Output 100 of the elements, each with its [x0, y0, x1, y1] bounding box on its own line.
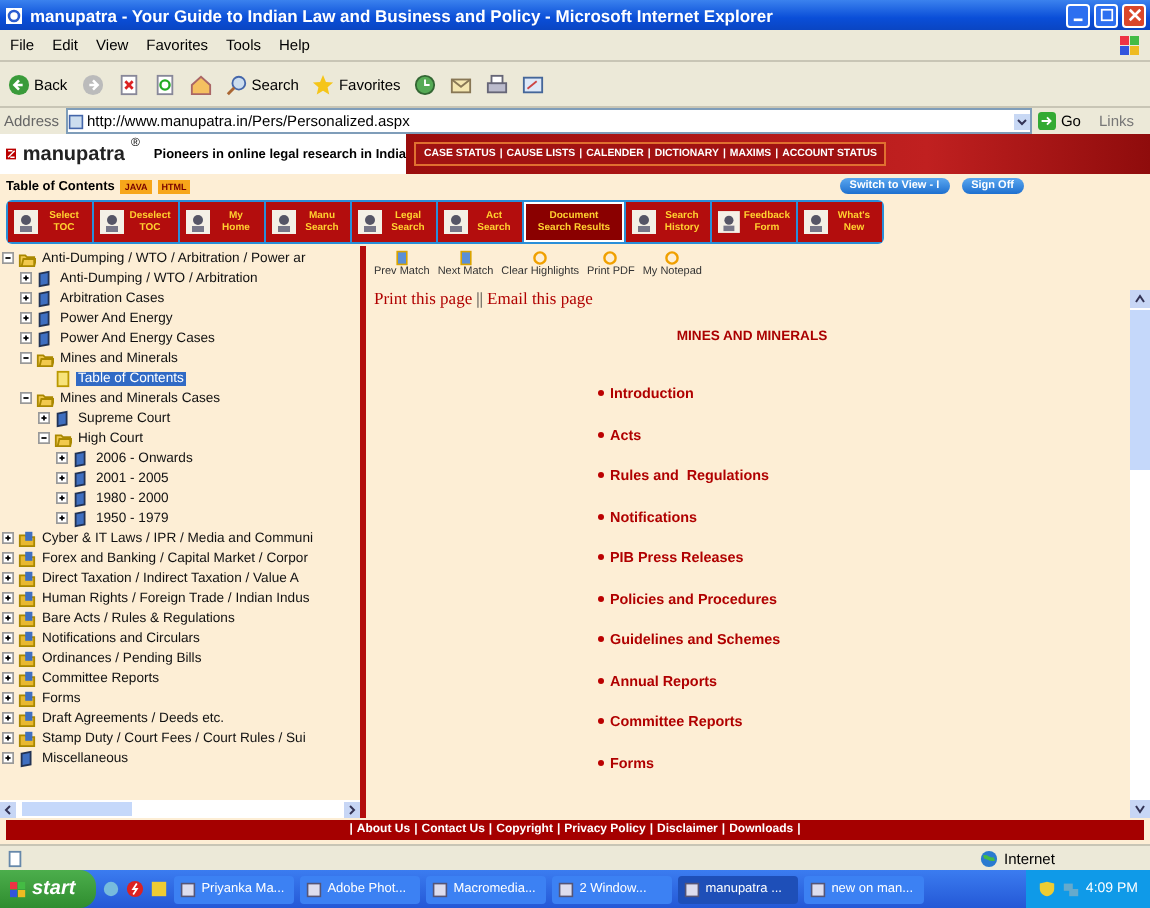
maximize-icon [1099, 8, 1113, 22]
print-page-link[interactable]: Print this page [374, 288, 473, 308]
expand-toggle-icon[interactable] [2, 692, 14, 704]
refresh-icon[interactable] [153, 73, 176, 95]
scroll-right-icon[interactable] [344, 801, 360, 817]
app-icon[interactable] [149, 880, 168, 898]
search-icon [225, 73, 248, 95]
go-arrow-icon [1038, 112, 1057, 130]
bullet-icon [598, 513, 604, 519]
bullet-icon [598, 554, 604, 560]
person-icon [804, 210, 828, 234]
horizontal-scrollbar[interactable] [0, 800, 360, 818]
expand-toggle-icon[interactable] [2, 672, 14, 684]
folder-icon [18, 589, 36, 607]
expand-toggle-icon[interactable] [56, 452, 68, 464]
expand-toggle-icon[interactable] [2, 732, 14, 744]
bullet-icon [598, 595, 604, 601]
book-icon [18, 749, 36, 767]
mail-icon[interactable] [450, 73, 473, 95]
window-icon [431, 881, 448, 897]
ring-icon [602, 250, 619, 266]
edit-icon[interactable] [522, 73, 545, 95]
site-logo: manupatra [22, 143, 125, 165]
bullet-icon [598, 390, 604, 396]
globe-icon [980, 849, 998, 867]
folder-icon [36, 349, 54, 367]
expand-toggle-icon[interactable] [2, 572, 14, 584]
expand-toggle-icon[interactable] [2, 632, 14, 644]
expand-toggle-icon[interactable] [20, 392, 32, 404]
folder-icon [18, 729, 36, 747]
scroll-up-icon[interactable] [1130, 290, 1150, 308]
folder-icon [18, 529, 36, 547]
folder-icon [18, 569, 36, 587]
bullet-icon [598, 718, 604, 724]
document-icon [393, 250, 410, 266]
expand-toggle-icon[interactable] [56, 472, 68, 484]
scroll-down-icon[interactable] [1130, 800, 1150, 818]
document-icon [457, 250, 474, 266]
expand-toggle-icon[interactable] [20, 312, 32, 324]
expand-toggle-icon[interactable] [2, 552, 14, 564]
bullet-icon [598, 431, 604, 437]
expand-toggle-icon[interactable] [2, 752, 14, 764]
window-icon [557, 881, 574, 897]
folder-icon [18, 669, 36, 687]
folder-icon [18, 649, 36, 667]
home-icon[interactable] [189, 73, 212, 95]
expand-toggle-icon[interactable] [2, 652, 14, 664]
link-separator: || [476, 288, 484, 308]
close-icon [1127, 8, 1141, 22]
person-icon [444, 210, 468, 234]
folder-icon [18, 249, 36, 267]
expand-toggle-icon[interactable] [20, 332, 32, 344]
expand-toggle-icon[interactable] [38, 412, 50, 424]
close-button[interactable] [1122, 3, 1146, 27]
maximize-button[interactable] [1094, 3, 1118, 27]
scroll-left-icon[interactable] [0, 801, 16, 817]
expand-toggle-icon[interactable] [2, 612, 14, 624]
stop-icon[interactable] [117, 73, 140, 95]
window-icon [683, 881, 700, 897]
back-arrow-icon [8, 73, 30, 95]
page-icon [67, 113, 84, 129]
folder-icon [18, 689, 36, 707]
vertical-scrollbar[interactable] [1130, 290, 1150, 818]
star-icon [312, 73, 335, 95]
person-icon [186, 210, 210, 234]
minimize-button[interactable] [1066, 3, 1090, 27]
ring-icon [532, 250, 549, 266]
expand-toggle-icon[interactable] [2, 712, 14, 724]
window-icon [179, 881, 196, 897]
folder-icon [36, 389, 54, 407]
ring-icon [664, 250, 681, 266]
expand-toggle-icon[interactable] [20, 272, 32, 284]
print-icon[interactable] [486, 73, 509, 95]
forward-arrow-icon [81, 73, 104, 95]
person-icon [272, 210, 296, 234]
expand-toggle-icon[interactable] [38, 432, 50, 444]
expand-toggle-icon[interactable] [56, 492, 68, 504]
window-icon [809, 881, 826, 897]
windows-logo-icon [10, 881, 26, 897]
expand-toggle-icon[interactable] [20, 352, 32, 364]
logo-icon [6, 144, 17, 164]
folder-icon [18, 629, 36, 647]
expand-toggle-icon[interactable] [2, 252, 14, 264]
history-icon[interactable] [414, 73, 437, 95]
folder-icon [18, 709, 36, 727]
email-page-link[interactable]: Email this page [487, 288, 593, 308]
bullet-icon [598, 472, 604, 478]
expand-toggle-icon[interactable] [20, 292, 32, 304]
folder-icon [54, 429, 72, 447]
window-icon [305, 881, 322, 897]
expand-toggle-icon[interactable] [2, 532, 14, 544]
expand-toggle-icon[interactable] [2, 592, 14, 604]
folder-icon [18, 609, 36, 627]
expand-toggle-icon[interactable] [56, 512, 68, 524]
bullet-icon [598, 677, 604, 683]
dropdown-icon[interactable] [1014, 113, 1031, 129]
flash-icon[interactable] [125, 880, 144, 898]
book-icon [54, 409, 72, 427]
page-icon [54, 369, 72, 387]
person-icon [14, 210, 38, 234]
